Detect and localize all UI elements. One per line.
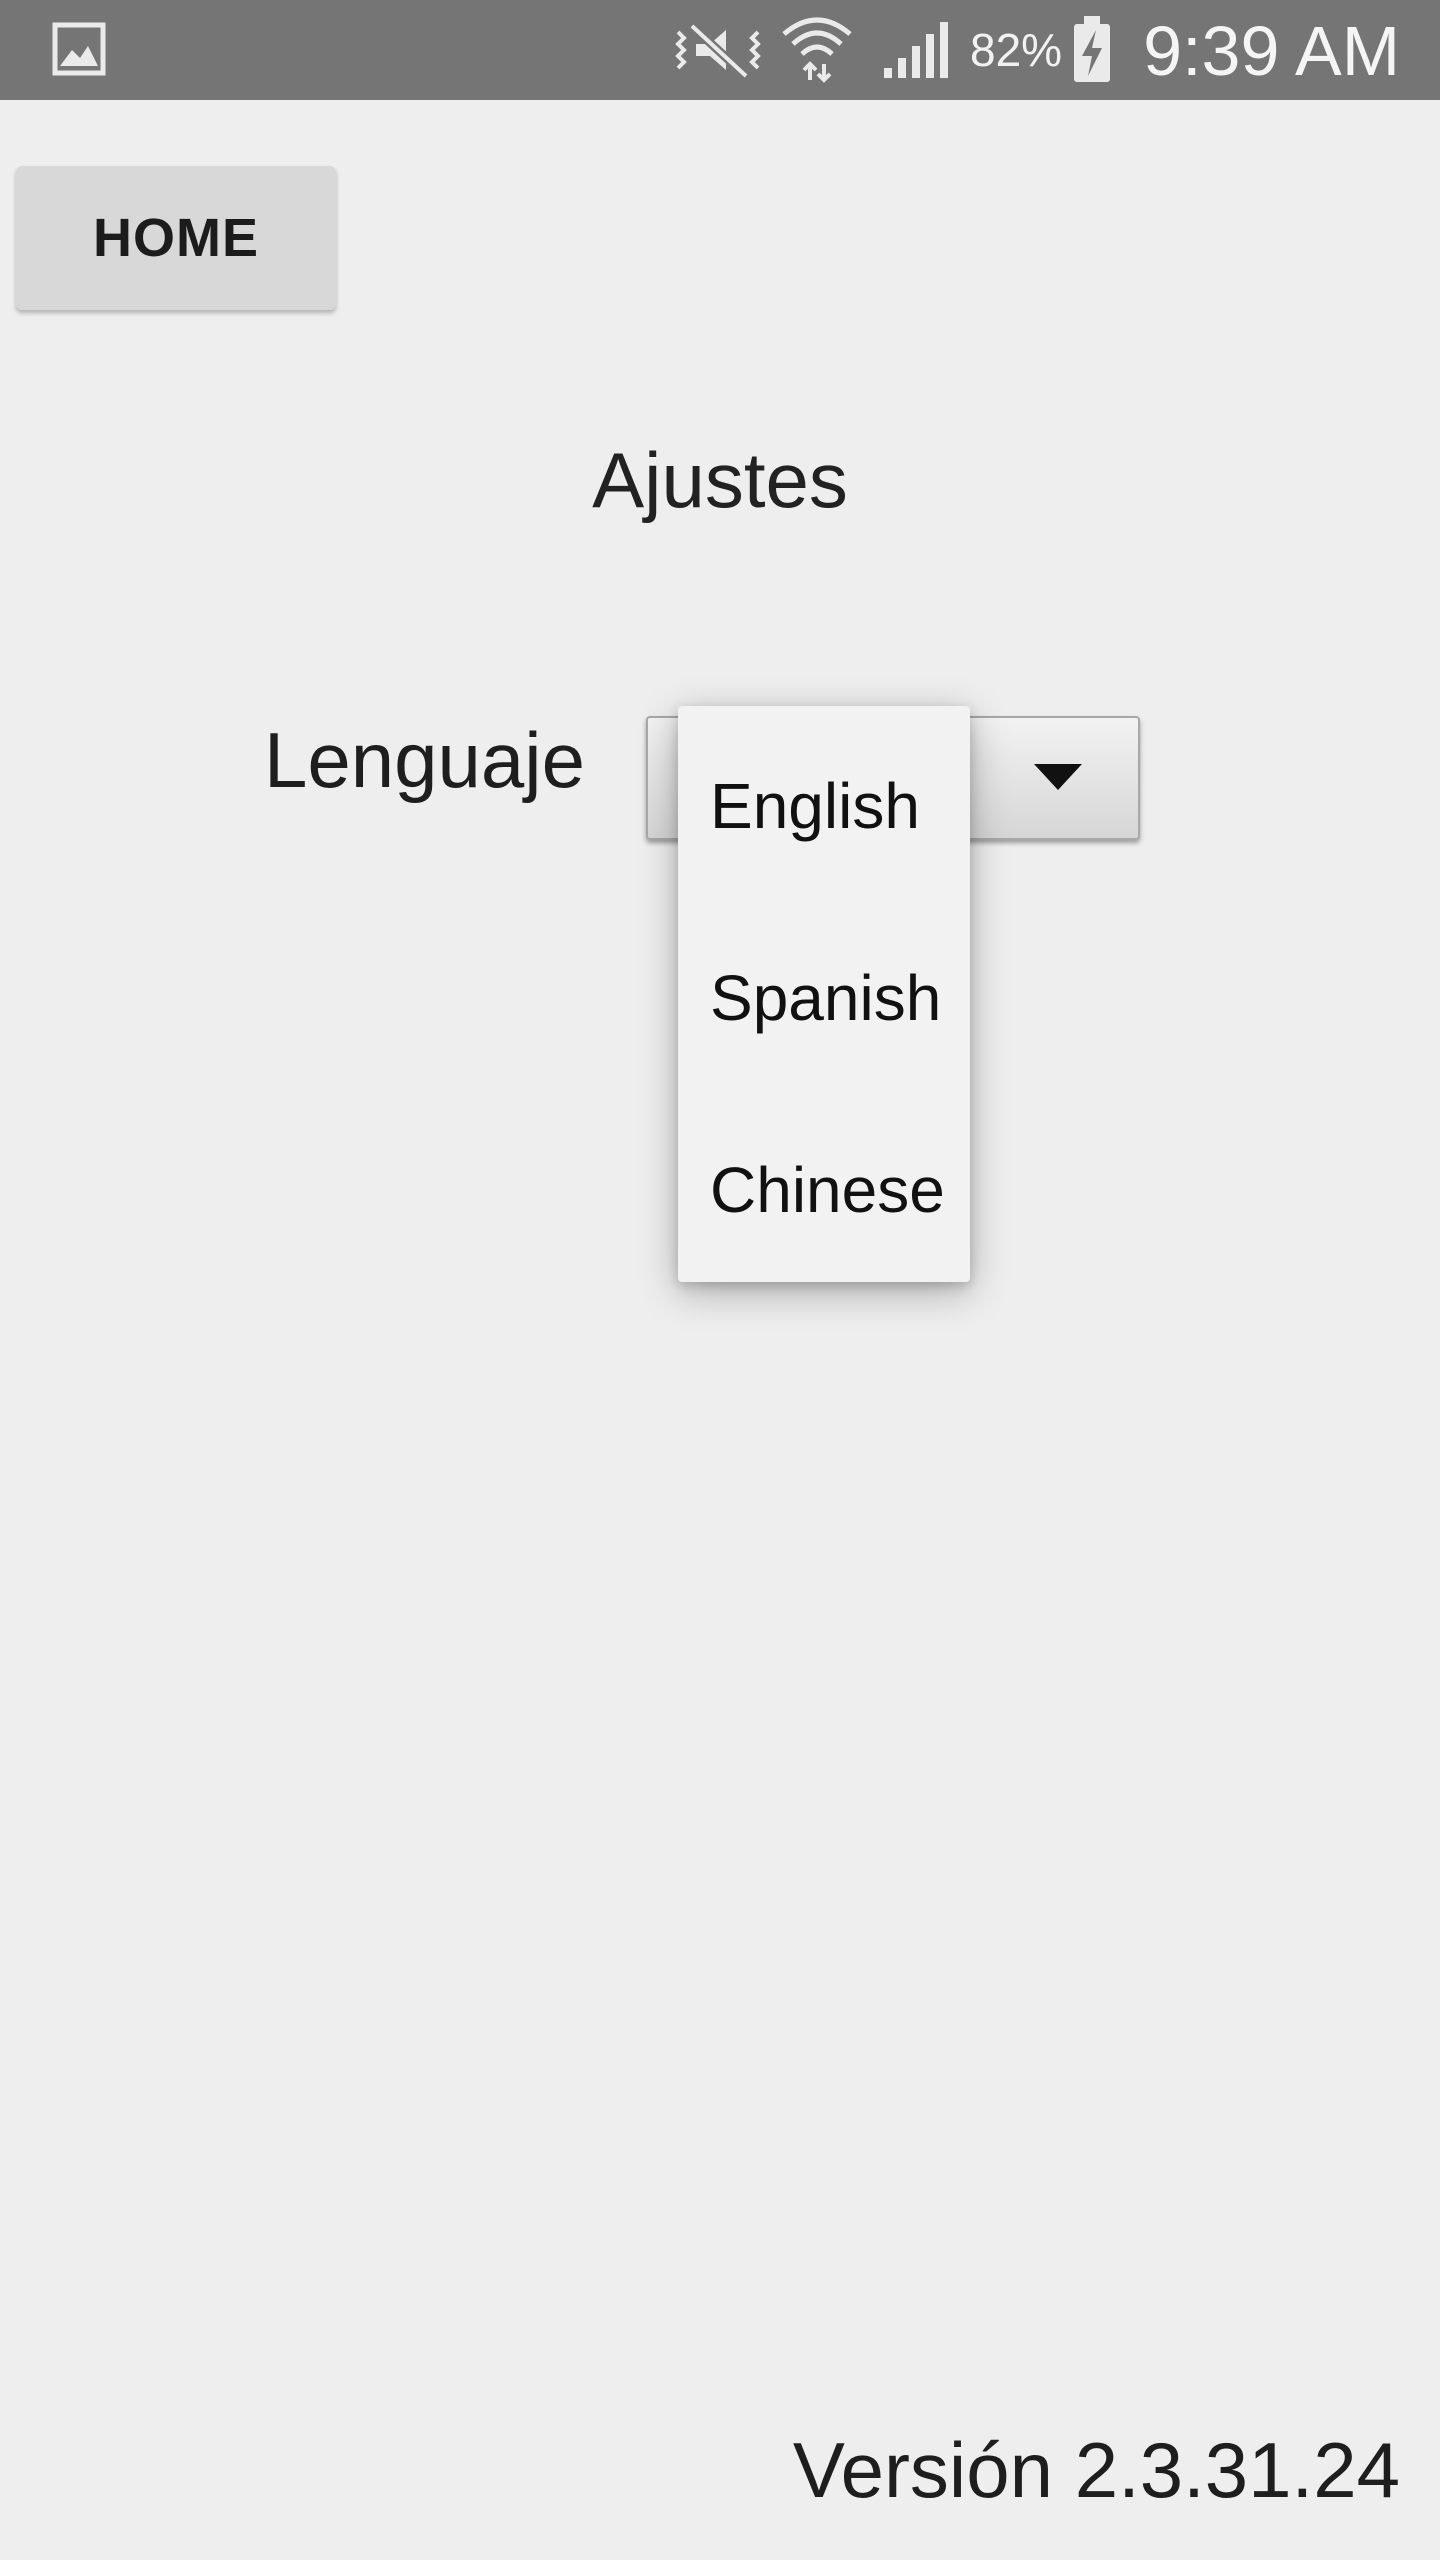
wifi-icon	[782, 17, 852, 83]
version-label: Versión 2.3.31.24	[792, 2426, 1400, 2514]
language-option-spanish[interactable]: Spanish	[710, 958, 941, 1038]
language-dropdown-menu: English Spanish Chinese	[678, 706, 970, 1282]
settings-screen: 82% 9:39 AM HOME Ajustes Lenguaje Englis…	[0, 0, 1440, 2560]
status-bar: 82% 9:39 AM	[0, 0, 1440, 100]
language-option-english[interactable]: English	[710, 766, 920, 846]
home-button[interactable]: HOME	[16, 166, 336, 310]
page-title: Ajustes	[592, 436, 848, 524]
battery-percentage: 82%	[970, 24, 1063, 76]
language-option-chinese[interactable]: Chinese	[710, 1150, 945, 1230]
vibrate-mute-icon	[675, 22, 761, 80]
chevron-down-icon	[1034, 764, 1082, 790]
status-clock: 9:39 AM	[1143, 12, 1400, 90]
language-label: Lenguaje	[264, 716, 585, 804]
signal-icon	[884, 22, 948, 78]
gallery-icon	[52, 22, 106, 76]
battery-charging-icon	[1074, 16, 1110, 82]
